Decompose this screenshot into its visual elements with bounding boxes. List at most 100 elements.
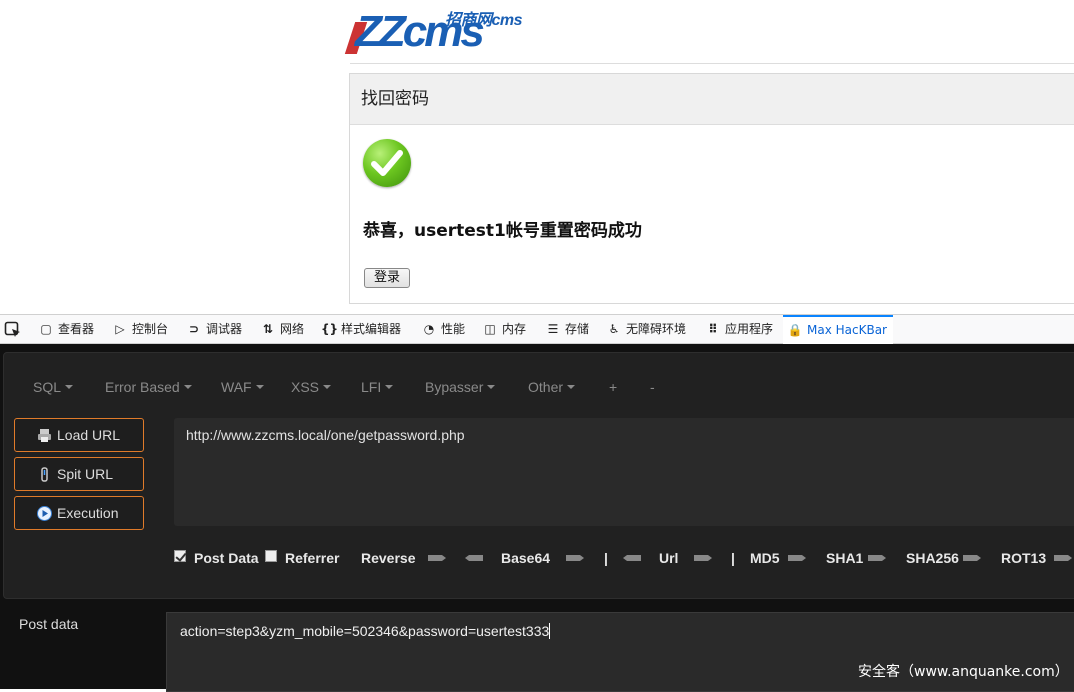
menu-label: WAF <box>221 379 252 395</box>
lock-icon: 🔒 <box>787 323 803 337</box>
tab-label: 查看器 <box>58 322 95 336</box>
menu-label: XSS <box>291 379 320 395</box>
tab-application[interactable]: ⠿ 应用程序 <box>705 315 773 344</box>
rot13-button[interactable]: ROT13 <box>1001 550 1046 566</box>
caret-down-icon <box>323 385 332 389</box>
arrow-right-icon[interactable] <box>963 553 983 563</box>
watermark: 安全客（www.anquanke.com） <box>858 664 1069 680</box>
arrow-right-icon[interactable] <box>566 553 586 563</box>
menu-zoom-out[interactable]: - <box>650 379 655 395</box>
menu-other[interactable]: Other <box>528 379 576 395</box>
site-logo-subtitle: 招商网cms <box>445 12 523 29</box>
button-label: Spit URL <box>57 466 114 482</box>
caret-down-icon <box>385 385 394 389</box>
debugger-icon: ⊃ <box>188 322 200 336</box>
separator: | <box>731 550 735 566</box>
referrer-label: Referrer <box>285 550 340 566</box>
tab-network[interactable]: ⇅ 网络 <box>260 315 304 344</box>
inspector-icon: ▢ <box>40 322 52 336</box>
post-data-value: action=step3&yzm_mobile=502346&password=… <box>180 623 550 639</box>
panel-title: 找回密码 <box>350 74 1074 125</box>
hackbar-toolbar-area: SQL Error Based WAF XSS LFI Bypasser Oth… <box>3 352 1074 599</box>
menu-label: Error Based <box>105 379 180 395</box>
button-label: Load URL <box>57 427 121 443</box>
caret-down-icon <box>487 385 496 389</box>
tab-style-editor[interactable]: {} 样式编辑器 <box>321 315 401 344</box>
tab-accessibility[interactable]: ♿ 无障碍环境 <box>606 315 686 344</box>
arrow-right-icon[interactable] <box>694 553 714 563</box>
caret-down-icon <box>255 385 264 389</box>
arrow-right-icon[interactable] <box>788 553 808 563</box>
tab-label: 调试器 <box>206 322 243 336</box>
console-icon: ▷ <box>115 322 125 336</box>
tab-label: 网络 <box>280 322 305 336</box>
tab-label: 应用程序 <box>725 322 774 336</box>
load-url-button[interactable]: Load URL <box>14 418 144 452</box>
menu-lfi[interactable]: LFI <box>361 379 394 395</box>
url-textarea[interactable]: http://www.zzcms.local/one/getpassword.p… <box>174 418 1074 526</box>
separator: | <box>604 550 608 566</box>
menu-label: SQL <box>33 379 62 395</box>
storage-icon: ☰ <box>547 322 559 336</box>
post-data-label: Post Data <box>194 550 259 566</box>
base64-button[interactable]: Base64 <box>501 550 550 566</box>
reset-password-panel: 找回密码 恭喜，usertest1帐号重置密码成功 登录 <box>349 73 1074 304</box>
execution-button[interactable]: Execution <box>14 496 144 530</box>
tab-label: 无障碍环境 <box>626 322 687 336</box>
menu-error-based[interactable]: Error Based <box>105 379 192 395</box>
login-button[interactable]: 登录 <box>364 268 410 288</box>
printer-icon <box>38 429 51 442</box>
sha256-button[interactable]: SHA256 <box>906 550 959 566</box>
md5-button[interactable]: MD5 <box>750 550 780 566</box>
network-icon: ⇅ <box>262 322 274 336</box>
text-cursor <box>549 623 551 639</box>
memory-icon: ◫ <box>484 322 496 336</box>
play-icon <box>37 506 52 521</box>
button-label: Execution <box>57 505 119 521</box>
arrow-left-icon[interactable] <box>621 553 641 563</box>
tab-label: 存储 <box>565 322 590 336</box>
tab-label: 内存 <box>502 322 527 336</box>
header-divider <box>350 63 1074 64</box>
web-page: ZZcms 招商网cms 找回密码 恭喜，usertest1帐号重置密码成功 登… <box>0 0 1074 314</box>
menu-bypasser[interactable]: Bypasser <box>425 379 496 395</box>
tab-inspector[interactable]: ▢ 查看器 <box>38 315 94 344</box>
menu-label: LFI <box>361 379 382 395</box>
tab-label: 控制台 <box>132 322 169 336</box>
arrow-right-icon[interactable] <box>1054 553 1074 563</box>
tab-max-hackbar[interactable]: 🔒 Max HacKBar <box>783 315 893 344</box>
performance-icon: ◔ <box>423 322 435 336</box>
arrow-left-icon[interactable] <box>463 553 483 563</box>
arrow-right-icon[interactable] <box>428 553 448 563</box>
accessibility-icon: ♿ <box>608 322 620 336</box>
sha1-button[interactable]: SHA1 <box>826 550 863 566</box>
arrow-right-icon[interactable] <box>868 553 888 563</box>
post-data-checkbox[interactable] <box>174 550 186 562</box>
tab-label: 性能 <box>441 322 466 336</box>
application-icon: ⠿ <box>708 322 718 336</box>
tab-console[interactable]: ▷ 控制台 <box>112 315 168 344</box>
success-check-icon <box>363 139 411 187</box>
tab-memory[interactable]: ◫ 内存 <box>482 315 526 344</box>
menu-label: Other <box>528 379 564 395</box>
split-url-button[interactable]: Spit URL <box>14 457 144 491</box>
tab-label: Max HacKBar <box>807 323 887 337</box>
menu-label: Bypasser <box>425 379 484 395</box>
tab-debugger[interactable]: ⊃ 调试器 <box>186 315 242 344</box>
caret-down-icon <box>65 385 74 389</box>
reverse-button[interactable]: Reverse <box>361 550 416 566</box>
post-data-field-label: Post data <box>19 616 79 632</box>
element-picker-icon[interactable] <box>4 321 22 339</box>
menu-sql[interactable]: SQL <box>33 379 74 395</box>
menu-waf[interactable]: WAF <box>221 379 264 395</box>
referrer-checkbox[interactable] <box>265 550 277 562</box>
tab-performance[interactable]: ◔ 性能 <box>421 315 465 344</box>
caret-down-icon <box>183 385 192 389</box>
hackbar-panel: SQL Error Based WAF XSS LFI Bypasser Oth… <box>0 344 1074 692</box>
tab-label: 样式编辑器 <box>341 322 402 336</box>
url-encode-button[interactable]: Url <box>659 550 678 566</box>
success-message: 恭喜，usertest1帐号重置密码成功 <box>363 221 642 241</box>
menu-xss[interactable]: XSS <box>291 379 332 395</box>
tab-storage[interactable]: ☰ 存储 <box>545 315 589 344</box>
menu-zoom-in[interactable]: + <box>609 379 617 395</box>
